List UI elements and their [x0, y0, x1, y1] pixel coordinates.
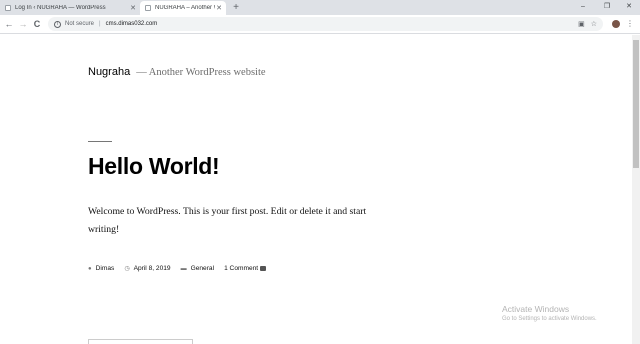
- post-date[interactable]: ◷ April 8, 2019: [124, 265, 170, 272]
- folder-icon: ▬: [180, 265, 187, 272]
- site-description: — Another WordPress website: [136, 67, 265, 78]
- date-text[interactable]: April 8, 2019: [134, 265, 171, 272]
- post-meta: ● Dimas ◷ April 8, 2019 ▬ General 1 Comm…: [88, 265, 276, 272]
- scrollbar-thumb[interactable]: [633, 40, 639, 168]
- post-author[interactable]: ● Dimas: [88, 265, 114, 272]
- activate-windows-watermark: Activate Windows Go to Settings to activ…: [502, 304, 597, 322]
- author-name[interactable]: Dimas: [96, 265, 115, 272]
- page-viewport: Nugraha — Another WordPress website Hell…: [0, 35, 632, 344]
- title-divider: [88, 141, 112, 142]
- tab-title: NUGRAHA – Another WordPress: [155, 5, 215, 11]
- page-favicon-icon: [5, 5, 11, 11]
- back-button[interactable]: ←: [3, 17, 15, 31]
- post-content: Welcome to WordPress. This is your first…: [88, 206, 367, 235]
- profile-avatar[interactable]: [612, 20, 620, 28]
- watermark-title: Activate Windows: [502, 304, 570, 314]
- url-text[interactable]: cms.dimas032.com: [106, 21, 158, 27]
- new-tab-button[interactable]: +: [230, 1, 242, 14]
- minimize-button[interactable]: –: [572, 0, 594, 14]
- tab-close-icon[interactable]: ✕: [215, 4, 223, 12]
- address-actions: ▣ ☆: [578, 20, 597, 28]
- tab-nugraha[interactable]: NUGRAHA – Another WordPress ✕: [140, 1, 226, 15]
- restore-button[interactable]: ❐: [596, 0, 618, 14]
- security-status: Not secure: [65, 21, 95, 27]
- browser-toolbar: ← → C i Not secure | cms.dimas032.com ▣ …: [0, 15, 640, 34]
- vertical-scrollbar[interactable]: [632, 35, 640, 344]
- person-icon: ●: [88, 265, 92, 272]
- post-category[interactable]: ▬ General: [181, 265, 214, 272]
- watermark-subtitle: Go to Settings to activate Windows.: [502, 316, 597, 322]
- menu-icon[interactable]: ⋮: [626, 18, 634, 30]
- clock-icon: ◷: [124, 266, 130, 272]
- tab-close-icon[interactable]: ✕: [129, 4, 137, 12]
- page-favicon-icon: [145, 5, 151, 11]
- site-tagline: Another WordPress website: [148, 67, 266, 78]
- tab-login[interactable]: Log In ‹ NUGRAHA — WordPress ✕: [0, 1, 140, 15]
- reload-button[interactable]: C: [31, 17, 43, 31]
- comments-link[interactable]: 1 Comment: [224, 265, 258, 272]
- star-icon[interactable]: ☆: [591, 20, 597, 28]
- post-title[interactable]: Hello World!: [88, 153, 220, 180]
- site-title[interactable]: Nugraha: [88, 66, 130, 78]
- site-header: Nugraha — Another WordPress website: [88, 66, 266, 78]
- site-separator: —: [136, 67, 147, 78]
- category-link[interactable]: General: [191, 265, 214, 272]
- close-window-button[interactable]: ✕: [618, 0, 640, 14]
- address-separator: |: [99, 21, 101, 27]
- address-bar[interactable]: i Not secure | cms.dimas032.com ▣ ☆: [48, 17, 603, 31]
- post-comments[interactable]: 1 Comment: [224, 265, 267, 272]
- tab-title: Log In ‹ NUGRAHA — WordPress: [15, 5, 106, 11]
- forward-button[interactable]: →: [17, 17, 29, 31]
- tab-strip: Log In ‹ NUGRAHA — WordPress ✕ NUGRAHA –…: [0, 0, 640, 15]
- comment-icon: [260, 266, 267, 271]
- translate-icon[interactable]: ▣: [578, 20, 585, 28]
- info-icon[interactable]: i: [54, 20, 61, 28]
- comment-form-edge: [88, 339, 193, 344]
